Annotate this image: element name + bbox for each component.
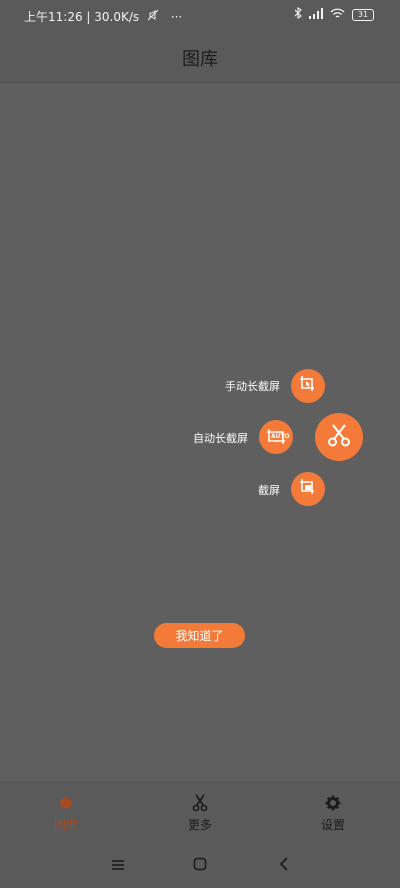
menu-icon — [111, 856, 125, 875]
tab-gallery-label: 图库 — [53, 818, 78, 832]
mute-icon — [147, 9, 163, 24]
app-header: 图库 — [0, 32, 400, 83]
tab-settings-label: 设置 — [320, 818, 345, 832]
status-time-speed: 上午11:26 | 30.0K/s — [24, 10, 140, 24]
gallery-icon — [36, 794, 96, 812]
back-nav-button[interactable] — [274, 855, 294, 875]
page-title: 图库 — [182, 49, 218, 70]
screenshot-fab-main[interactable] — [315, 413, 363, 461]
bluetooth-icon — [294, 6, 302, 22]
scissors-icon — [326, 422, 352, 452]
tab-settings[interactable]: 设置 — [303, 794, 363, 833]
auto-badge: AUTO — [271, 433, 290, 440]
manual-long-screenshot-icon — [298, 374, 318, 398]
menu-nav-button[interactable] — [108, 855, 128, 875]
manual-long-screenshot-button[interactable] — [291, 369, 325, 403]
status-left: 上午11:26 | 30.0K/s ··· — [24, 8, 182, 25]
got-it-button[interactable]: 我知道了 — [154, 623, 245, 648]
auto-long-screenshot-button[interactable]: AUTO — [259, 420, 293, 454]
system-nav-bar — [0, 841, 400, 888]
wifi-icon — [330, 8, 345, 22]
screenshot-label: 截屏 — [258, 484, 280, 497]
tab-gallery[interactable]: 图库 — [36, 794, 96, 833]
screenshot-button[interactable] — [291, 472, 325, 506]
tab-more[interactable]: 更多 — [170, 794, 230, 833]
signal-icon — [309, 7, 323, 22]
status-right: 31 — [294, 6, 374, 22]
auto-long-screenshot-icon: AUTO — [265, 427, 290, 447]
home-nav-button[interactable] — [190, 855, 210, 875]
screenshot-icon — [298, 477, 318, 501]
back-icon — [279, 856, 289, 875]
manual-long-screenshot-label: 手动长截屏 — [225, 380, 280, 393]
battery-level: 31 — [357, 9, 369, 19]
auto-long-screenshot-label: 自动长截屏 — [193, 432, 248, 445]
tab-more-label: 更多 — [187, 818, 212, 832]
scissors-icon — [170, 794, 230, 812]
bottom-nav: 图库 更多 设置 — [0, 781, 400, 842]
status-bar: 上午11:26 | 30.0K/s ··· 31 — [0, 0, 400, 32]
more-dots: ··· — [170, 10, 183, 24]
gear-icon — [303, 794, 363, 812]
home-icon — [193, 856, 207, 875]
battery-icon: 31 — [352, 8, 374, 21]
